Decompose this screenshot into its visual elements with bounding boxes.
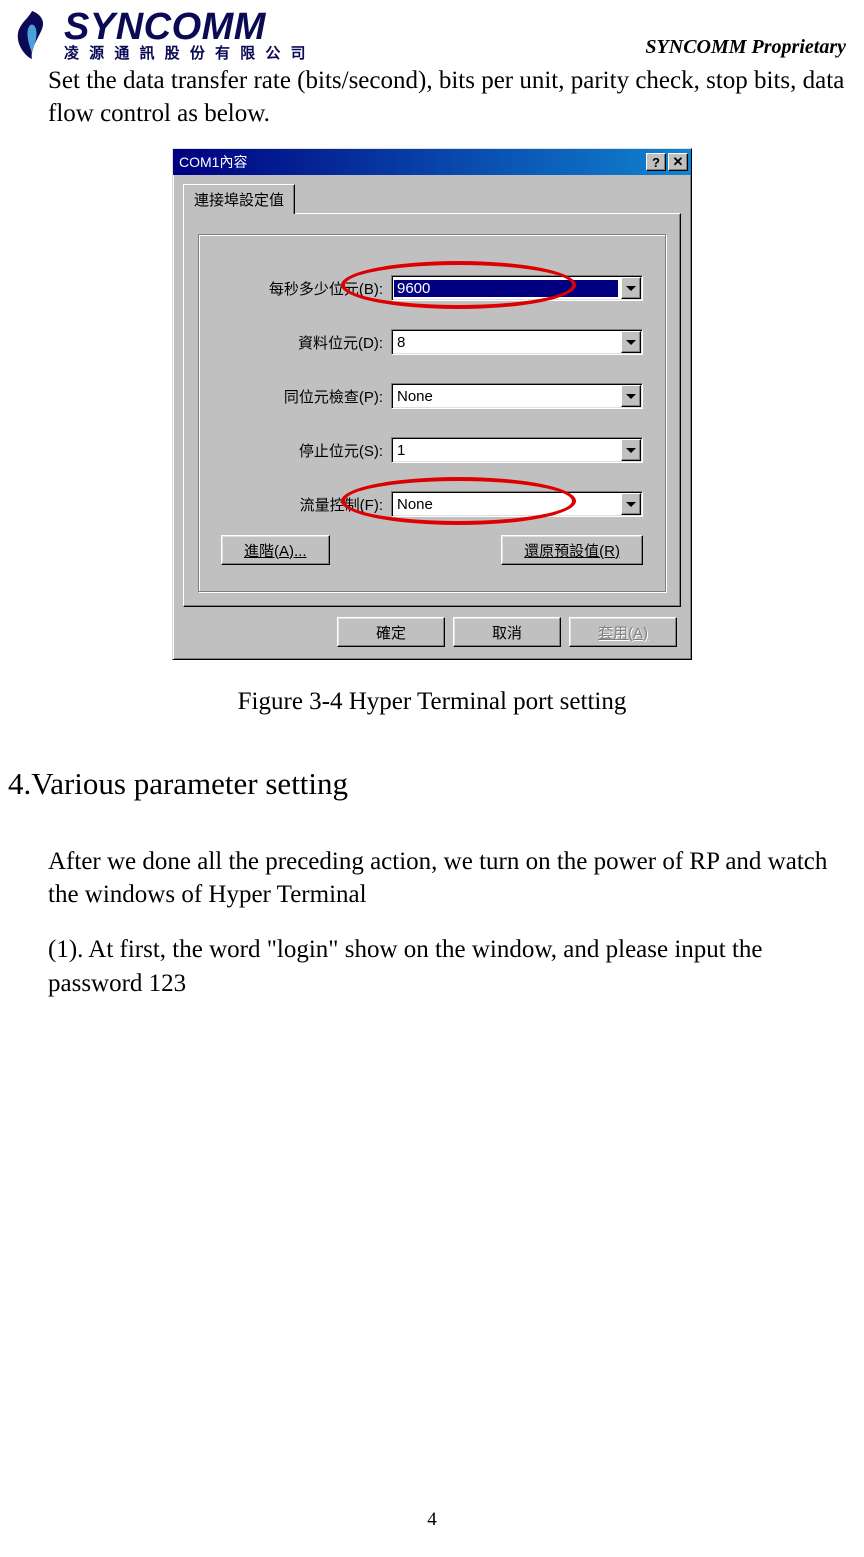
settings-group: 每秒多少位元(B): 9600 資料位元(D): 8 (198, 234, 666, 592)
chevron-down-icon[interactable] (621, 331, 641, 353)
databits-label: 資料位元(D): (221, 332, 391, 353)
figure-caption: Figure 3-4 Hyper Terminal port setting (0, 688, 864, 716)
dialog-titlebar: COM1內容 ? ✕ (173, 149, 691, 175)
parity-label: 同位元檢查(P): (221, 386, 391, 407)
baud-row: 每秒多少位元(B): 9600 (221, 275, 643, 301)
databits-row: 資料位元(D): 8 (221, 329, 643, 355)
body-paragraph-1: After we done all the preceding action, … (48, 846, 856, 911)
logo: SYNCOMM 凌 源 通 訊 股 份 有 限 公 司 (8, 8, 309, 61)
dialog-title: COM1內容 (176, 152, 646, 172)
com-properties-dialog: COM1內容 ? ✕ 連接埠設定值 每秒多少位元(B): 9600 (172, 148, 692, 660)
advanced-label: 進階(A)... (244, 543, 307, 560)
proprietary-label: SYNCOMM Proprietary (645, 36, 846, 61)
apply-button[interactable]: 套用(A) (569, 617, 677, 647)
stopbits-value: 1 (392, 442, 620, 459)
parity-value: None (392, 388, 620, 405)
page-header: SYNCOMM 凌 源 通 訊 股 份 有 限 公 司 SYNCOMM Prop… (0, 0, 864, 61)
cancel-button[interactable]: 取消 (453, 617, 561, 647)
tab-strip: 連接埠設定值 每秒多少位元(B): 9600 資料位元(D): (173, 175, 691, 607)
baud-value: 9600 (394, 280, 618, 297)
stopbits-label: 停止位元(S): (221, 440, 391, 461)
stopbits-row: 停止位元(S): 1 (221, 437, 643, 463)
group-button-row: 進階(A)... 還原預設值(R) (221, 535, 643, 565)
databits-combo[interactable]: 8 (391, 329, 643, 355)
tab-port-settings[interactable]: 連接埠設定值 (183, 184, 295, 214)
restore-label: 還原預設值(R) (524, 543, 620, 560)
chevron-down-icon[interactable] (621, 277, 641, 299)
dialog-button-row: 確定 取消 套用(A) (173, 607, 691, 659)
logo-main-text: SYNCOMM (64, 8, 309, 46)
tab-panel: 每秒多少位元(B): 9600 資料位元(D): 8 (183, 213, 681, 607)
body-paragraph-2: (1). At first, the word "login" show on … (48, 933, 856, 1001)
flow-value: None (392, 496, 620, 513)
chevron-down-icon[interactable] (621, 493, 641, 515)
logo-sub-text: 凌 源 通 訊 股 份 有 限 公 司 (64, 46, 309, 61)
logo-icon (8, 9, 56, 61)
advanced-button[interactable]: 進階(A)... (221, 535, 330, 565)
flow-row: 流量控制(F): None (221, 491, 643, 517)
help-button[interactable]: ? (646, 153, 666, 171)
intro-paragraph: Set the data transfer rate (bits/second)… (0, 65, 864, 130)
close-button[interactable]: ✕ (668, 153, 688, 171)
databits-value: 8 (392, 334, 620, 351)
parity-row: 同位元檢查(P): None (221, 383, 643, 409)
chevron-down-icon[interactable] (621, 385, 641, 407)
chevron-down-icon[interactable] (621, 439, 641, 461)
baud-label: 每秒多少位元(B): (221, 278, 391, 299)
parity-combo[interactable]: None (391, 383, 643, 409)
stopbits-combo[interactable]: 1 (391, 437, 643, 463)
page-number: 4 (0, 1509, 864, 1531)
flow-combo[interactable]: None (391, 491, 643, 517)
restore-defaults-button[interactable]: 還原預設值(R) (501, 535, 643, 565)
flow-label: 流量控制(F): (221, 494, 391, 515)
baud-combo[interactable]: 9600 (391, 275, 643, 301)
apply-label: 套用(A) (598, 622, 648, 643)
section-heading: 4.Various parameter setting (8, 766, 864, 802)
ok-button[interactable]: 確定 (337, 617, 445, 647)
